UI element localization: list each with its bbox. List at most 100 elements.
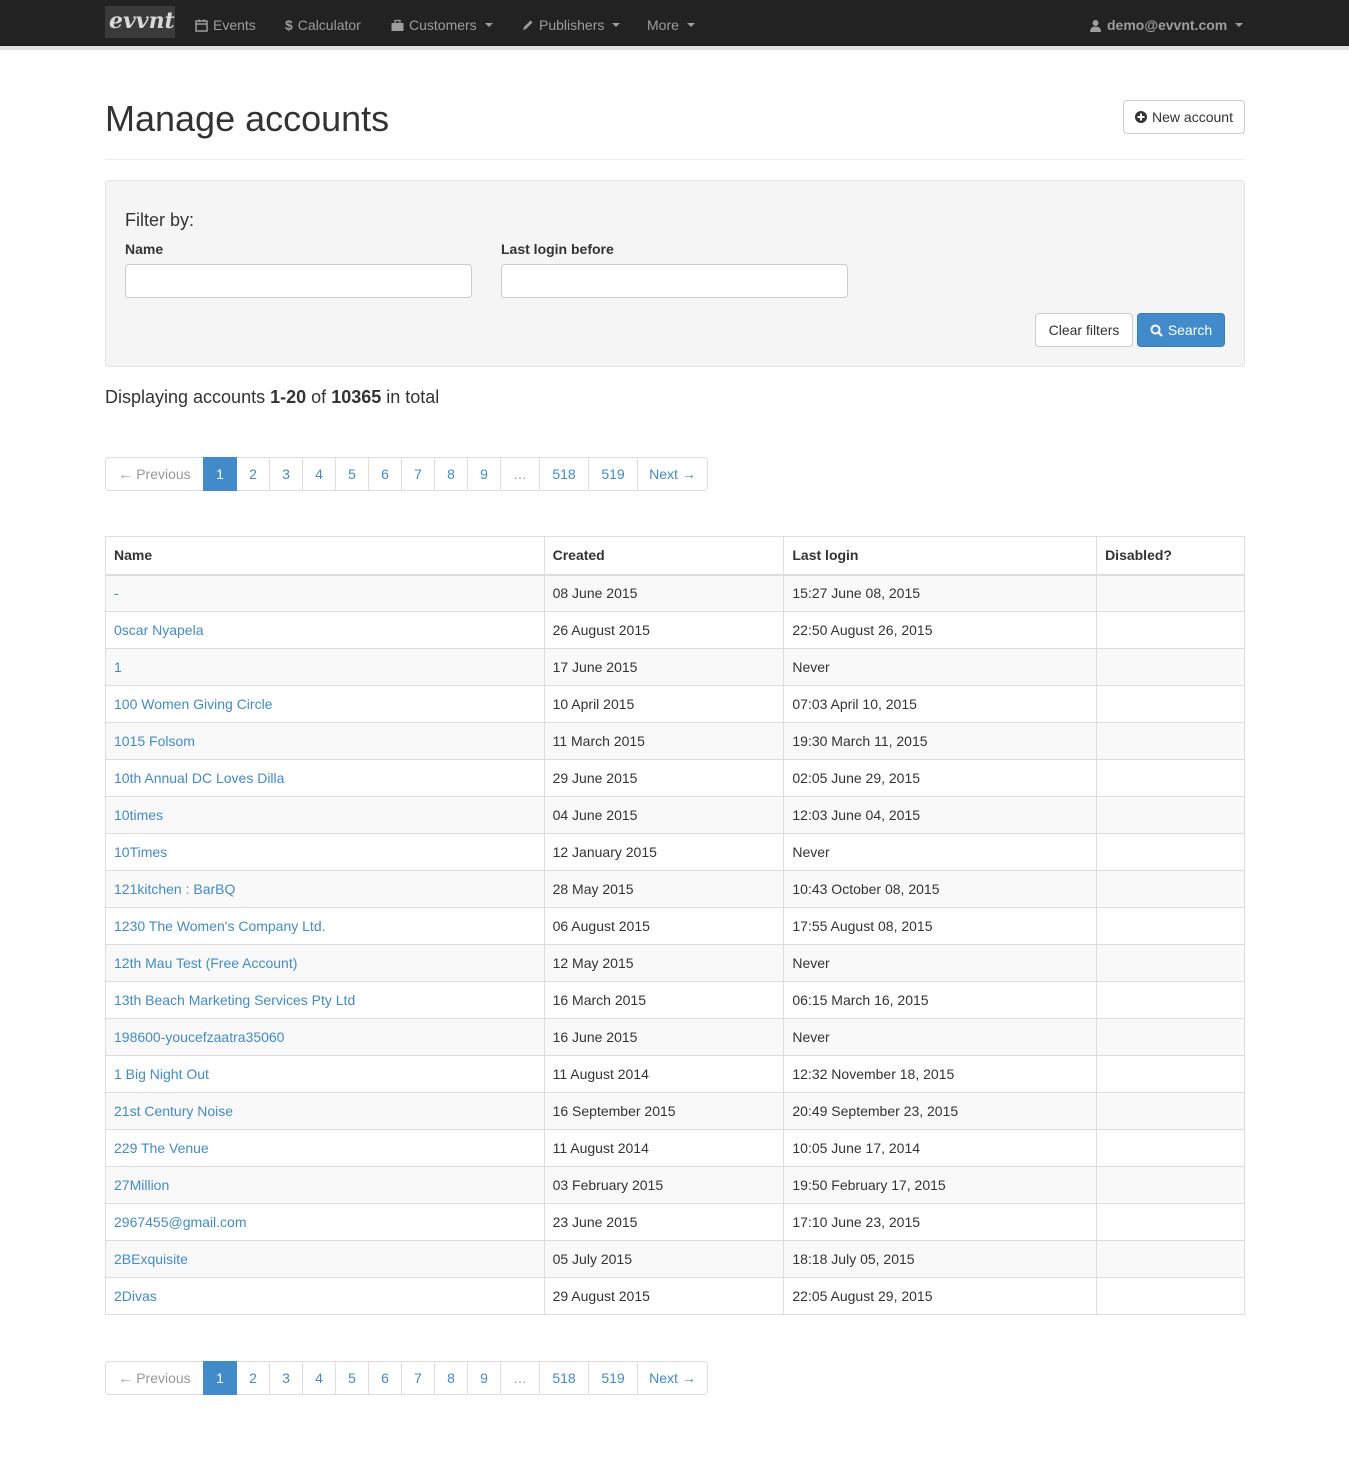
pagination-page[interactable]: 9	[467, 457, 501, 491]
account-link[interactable]: 1015 Folsom	[114, 733, 195, 749]
table-row: 229 The Venue 11 August 2014 10:05 June 17…	[105, 1129, 1245, 1167]
pagination-page[interactable]: 518	[539, 457, 589, 491]
account-link[interactable]: 1 Big Night Out	[114, 1066, 209, 1082]
account-link[interactable]: 100 Women Giving Circle	[114, 696, 272, 712]
search-label: Search	[1167, 322, 1213, 338]
account-link[interactable]: 1	[114, 659, 122, 675]
cell-last-login: 18:18 July 05, 2015	[783, 1240, 1098, 1278]
account-link[interactable]: 10th Annual DC Loves Dilla	[114, 770, 284, 786]
account-link[interactable]: 121kitchen : BarBQ	[114, 881, 235, 897]
pagination-page[interactable]: 519	[588, 457, 638, 491]
table-row: 27Million 03 February 2015 19:50 February …	[105, 1166, 1245, 1204]
account-link[interactable]: 2BExquisite	[114, 1251, 188, 1267]
cell-created: 28 May 2015	[543, 870, 785, 908]
cell-last-login: 02:05 June 29, 2015	[783, 759, 1098, 797]
pagination-previous: ← Previous	[105, 1361, 204, 1395]
cell-name: 2Divas	[105, 1277, 545, 1315]
cell-name: 229 The Venue	[105, 1129, 545, 1167]
account-link[interactable]: 0scar Nyapela	[114, 622, 204, 638]
pagination-page[interactable]: 9	[467, 1361, 501, 1395]
pagination-page[interactable]: 5	[335, 457, 369, 491]
nav-customers[interactable]: Customers	[391, 0, 493, 50]
nav-events[interactable]: Events	[195, 0, 256, 50]
pagination-next[interactable]: Next →	[637, 457, 708, 491]
pagination-page[interactable]: 1	[203, 1361, 237, 1395]
pagination-page[interactable]: 6	[368, 1361, 402, 1395]
table-row: 0scar Nyapela 26 August 2015 22:50 August …	[105, 611, 1245, 649]
account-link[interactable]: 1230 The Women's Company Ltd.	[114, 918, 326, 934]
account-link[interactable]: 10times	[114, 807, 163, 823]
account-link[interactable]: 27Million	[114, 1177, 169, 1193]
cell-last-login: Never	[783, 833, 1098, 871]
filter-title: Filter by:	[125, 210, 195, 230]
account-link[interactable]: 2967455@gmail.com	[114, 1214, 247, 1230]
account-link[interactable]: -	[114, 585, 119, 601]
nav-calculator[interactable]: $ Calculator	[285, 0, 361, 50]
nav-publishers[interactable]: Publishers	[521, 0, 621, 50]
accounts-table: Name Created Last login Disabled? - 08 Ju…	[105, 536, 1245, 1315]
pagination-page[interactable]: 3	[269, 457, 303, 491]
pagination-page[interactable]: 8	[434, 1361, 468, 1395]
cell-disabled	[1096, 796, 1245, 834]
pagination-page[interactable]: 518	[539, 1361, 589, 1395]
pagination-page[interactable]: 2	[236, 457, 270, 491]
pagination-page[interactable]: 6	[368, 457, 402, 491]
header-name[interactable]: Name	[105, 536, 545, 576]
pagination-page[interactable]: 3	[269, 1361, 303, 1395]
pagination-page[interactable]: 5	[335, 1361, 369, 1395]
pagination-page[interactable]: 7	[401, 457, 435, 491]
cell-name: 27Million	[105, 1166, 545, 1204]
account-link[interactable]: 12th Mau Test (Free Account)	[114, 955, 297, 971]
table-row: 2BExquisite 05 July 2015 18:18 July 05, 20…	[105, 1240, 1245, 1278]
pagination-page[interactable]: 7	[401, 1361, 435, 1395]
account-link[interactable]: 13th Beach Marketing Services Pty Ltd	[114, 992, 355, 1008]
pagination-bottom: ← Previous 1 2 3 4 5 6 7 8 9… 518 519 Next →	[105, 1361, 708, 1395]
cell-disabled	[1096, 611, 1245, 649]
pagination-next[interactable]: Next →	[637, 1361, 708, 1395]
pagination-page[interactable]: 2	[236, 1361, 270, 1395]
pagination-page[interactable]: 8	[434, 457, 468, 491]
brand-logo[interactable]: evvnt	[105, 6, 175, 38]
name-filter-input[interactable]	[125, 264, 472, 298]
cell-name: 1 Big Night Out	[105, 1055, 545, 1093]
header-created[interactable]: Created	[543, 536, 785, 576]
cell-created: 23 June 2015	[543, 1203, 785, 1241]
cell-name: 10Times	[105, 833, 545, 871]
pagination-page[interactable]: 4	[302, 457, 336, 491]
table-row: 10times 04 June 2015 12:03 June 04, 2015	[105, 796, 1245, 834]
summary-total: 10365	[331, 387, 382, 407]
pagination-page[interactable]: 4	[302, 1361, 336, 1395]
cell-name: 1230 The Women's Company Ltd.	[105, 907, 545, 945]
last-login-filter-input[interactable]	[501, 264, 848, 298]
new-account-button[interactable]: New account	[1123, 100, 1245, 134]
account-link[interactable]: 198600-youcefzaatra35060	[114, 1029, 284, 1045]
cell-disabled	[1096, 870, 1245, 908]
table-row: 2967455@gmail.com 23 June 2015 17:10 June …	[105, 1203, 1245, 1241]
pagination-previous: ← Previous	[105, 457, 204, 491]
nav-more[interactable]: More	[647, 0, 695, 50]
pagination-page[interactable]: 519	[588, 1361, 638, 1395]
cell-created: 05 July 2015	[543, 1240, 785, 1278]
cell-created: 04 June 2015	[543, 796, 785, 834]
header-disabled[interactable]: Disabled?	[1096, 536, 1245, 576]
user-menu[interactable]: demo@evvnt.com	[1089, 0, 1244, 50]
plus-circle-icon	[1135, 111, 1148, 123]
cell-disabled	[1096, 759, 1245, 797]
header-last-login[interactable]: Last login	[783, 536, 1098, 576]
account-link[interactable]: 229 The Venue	[114, 1140, 209, 1156]
briefcase-icon	[391, 19, 404, 31]
cell-disabled	[1096, 944, 1245, 982]
table-row: 12th Mau Test (Free Account) 12 May 2015 N…	[105, 944, 1245, 982]
cell-name: 2967455@gmail.com	[105, 1203, 545, 1241]
pagination-page[interactable]: 1	[203, 457, 237, 491]
cell-disabled	[1096, 1129, 1245, 1167]
account-link[interactable]: 2Divas	[114, 1288, 157, 1304]
search-button[interactable]: Search	[1137, 313, 1225, 347]
pagination-ellipsis: …	[500, 1361, 540, 1395]
clear-filters-button[interactable]: Clear filters	[1035, 313, 1133, 347]
account-link[interactable]: 10Times	[114, 844, 167, 860]
account-link[interactable]: 21st Century Noise	[114, 1103, 233, 1119]
summary-of: of	[311, 387, 327, 407]
table-row: 1015 Folsom 11 March 2015 19:30 March 11, …	[105, 722, 1245, 760]
cell-created: 11 August 2014	[543, 1129, 785, 1167]
